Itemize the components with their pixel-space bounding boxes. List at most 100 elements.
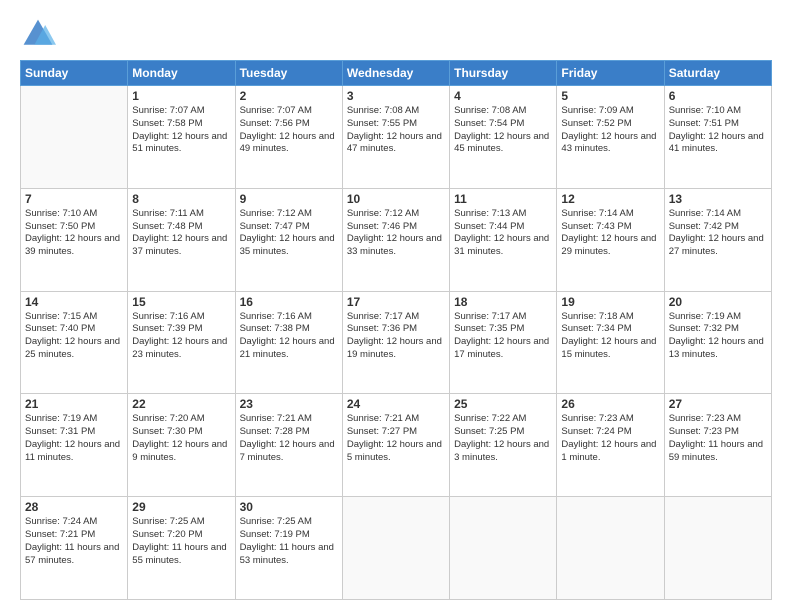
day-cell: 16 Sunrise: 7:16 AMSunset: 7:38 PMDayligh… xyxy=(235,291,342,394)
day-cell xyxy=(21,86,128,189)
calendar-table: SundayMondayTuesdayWednesdayThursdayFrid… xyxy=(20,60,772,600)
day-cell: 8 Sunrise: 7:11 AMSunset: 7:48 PMDaylight… xyxy=(128,188,235,291)
day-number: 17 xyxy=(347,295,445,309)
day-cell: 11 Sunrise: 7:13 AMSunset: 7:44 PMDayligh… xyxy=(450,188,557,291)
day-cell: 22 Sunrise: 7:20 AMSunset: 7:30 PMDayligh… xyxy=(128,394,235,497)
day-number: 15 xyxy=(132,295,230,309)
day-number: 4 xyxy=(454,89,552,103)
weekday-header-sunday: Sunday xyxy=(21,61,128,86)
day-info: Sunrise: 7:21 AMSunset: 7:27 PMDaylight:… xyxy=(347,413,445,464)
day-cell: 7 Sunrise: 7:10 AMSunset: 7:50 PMDaylight… xyxy=(21,188,128,291)
day-info: Sunrise: 7:16 AMSunset: 7:38 PMDaylight:… xyxy=(240,311,338,362)
day-info: Sunrise: 7:21 AMSunset: 7:28 PMDaylight:… xyxy=(240,413,338,464)
day-number: 26 xyxy=(561,397,659,411)
header xyxy=(20,16,772,52)
day-info: Sunrise: 7:17 AMSunset: 7:36 PMDaylight:… xyxy=(347,311,445,362)
weekday-header-thursday: Thursday xyxy=(450,61,557,86)
day-cell: 17 Sunrise: 7:17 AMSunset: 7:36 PMDayligh… xyxy=(342,291,449,394)
day-info: Sunrise: 7:08 AMSunset: 7:55 PMDaylight:… xyxy=(347,105,445,156)
day-info: Sunrise: 7:25 AMSunset: 7:19 PMDaylight:… xyxy=(240,516,338,567)
day-info: Sunrise: 7:15 AMSunset: 7:40 PMDaylight:… xyxy=(25,311,123,362)
day-info: Sunrise: 7:20 AMSunset: 7:30 PMDaylight:… xyxy=(132,413,230,464)
day-number: 28 xyxy=(25,500,123,514)
day-cell: 12 Sunrise: 7:14 AMSunset: 7:43 PMDayligh… xyxy=(557,188,664,291)
day-info: Sunrise: 7:23 AMSunset: 7:24 PMDaylight:… xyxy=(561,413,659,464)
day-cell: 19 Sunrise: 7:18 AMSunset: 7:34 PMDayligh… xyxy=(557,291,664,394)
day-info: Sunrise: 7:22 AMSunset: 7:25 PMDaylight:… xyxy=(454,413,552,464)
day-cell xyxy=(450,497,557,600)
day-cell: 1Sunrise: 7:07 AMSunset: 7:58 PMDaylight… xyxy=(128,86,235,189)
day-info: Sunrise: 7:14 AMSunset: 7:42 PMDaylight:… xyxy=(669,208,767,259)
day-cell: 25 Sunrise: 7:22 AMSunset: 7:25 PMDayligh… xyxy=(450,394,557,497)
day-info: Sunrise: 7:25 AMSunset: 7:20 PMDaylight:… xyxy=(132,516,230,567)
day-info: Sunrise: 7:19 AMSunset: 7:31 PMDaylight:… xyxy=(25,413,123,464)
day-number: 27 xyxy=(669,397,767,411)
day-number: 16 xyxy=(240,295,338,309)
day-cell: 30Sunrise: 7:25 AMSunset: 7:19 PMDayligh… xyxy=(235,497,342,600)
day-number: 10 xyxy=(347,192,445,206)
day-info: Sunrise: 7:23 AMSunset: 7:23 PMDaylight:… xyxy=(669,413,767,464)
day-info: Sunrise: 7:19 AMSunset: 7:32 PMDaylight:… xyxy=(669,311,767,362)
day-info: Sunrise: 7:11 AMSunset: 7:48 PMDaylight:… xyxy=(132,208,230,259)
day-info: Sunrise: 7:07 AMSunset: 7:56 PMDaylight:… xyxy=(240,105,338,156)
day-number: 23 xyxy=(240,397,338,411)
day-cell: 4Sunrise: 7:08 AMSunset: 7:54 PMDaylight… xyxy=(450,86,557,189)
day-cell: 14Sunrise: 7:15 AMSunset: 7:40 PMDayligh… xyxy=(21,291,128,394)
day-cell: 26 Sunrise: 7:23 AMSunset: 7:24 PMDayligh… xyxy=(557,394,664,497)
day-cell: 5 Sunrise: 7:09 AMSunset: 7:52 PMDaylight… xyxy=(557,86,664,189)
day-number: 11 xyxy=(454,192,552,206)
weekday-header-saturday: Saturday xyxy=(664,61,771,86)
week-row-5: 28 Sunrise: 7:24 AMSunset: 7:21 PMDayligh… xyxy=(21,497,772,600)
weekday-header-monday: Monday xyxy=(128,61,235,86)
week-row-3: 14Sunrise: 7:15 AMSunset: 7:40 PMDayligh… xyxy=(21,291,772,394)
day-number: 24 xyxy=(347,397,445,411)
day-info: Sunrise: 7:18 AMSunset: 7:34 PMDaylight:… xyxy=(561,311,659,362)
day-number: 9 xyxy=(240,192,338,206)
day-number: 21 xyxy=(25,397,123,411)
day-number: 25 xyxy=(454,397,552,411)
weekday-header-tuesday: Tuesday xyxy=(235,61,342,86)
day-cell xyxy=(557,497,664,600)
day-cell: 24 Sunrise: 7:21 AMSunset: 7:27 PMDayligh… xyxy=(342,394,449,497)
day-info: Sunrise: 7:09 AMSunset: 7:52 PMDaylight:… xyxy=(561,105,659,156)
day-cell: 2 Sunrise: 7:07 AMSunset: 7:56 PMDaylight… xyxy=(235,86,342,189)
day-cell: 28 Sunrise: 7:24 AMSunset: 7:21 PMDayligh… xyxy=(21,497,128,600)
day-number: 13 xyxy=(669,192,767,206)
day-number: 22 xyxy=(132,397,230,411)
day-number: 1 xyxy=(132,89,230,103)
day-cell: 21 Sunrise: 7:19 AMSunset: 7:31 PMDayligh… xyxy=(21,394,128,497)
weekday-header-wednesday: Wednesday xyxy=(342,61,449,86)
day-cell: 6Sunrise: 7:10 AMSunset: 7:51 PMDaylight… xyxy=(664,86,771,189)
day-number: 19 xyxy=(561,295,659,309)
week-row-4: 21 Sunrise: 7:19 AMSunset: 7:31 PMDayligh… xyxy=(21,394,772,497)
day-number: 2 xyxy=(240,89,338,103)
day-cell: 29 Sunrise: 7:25 AMSunset: 7:20 PMDayligh… xyxy=(128,497,235,600)
day-info: Sunrise: 7:13 AMSunset: 7:44 PMDaylight:… xyxy=(454,208,552,259)
day-number: 29 xyxy=(132,500,230,514)
day-number: 7 xyxy=(25,192,123,206)
day-info: Sunrise: 7:14 AMSunset: 7:43 PMDaylight:… xyxy=(561,208,659,259)
weekday-header-row: SundayMondayTuesdayWednesdayThursdayFrid… xyxy=(21,61,772,86)
day-cell: 9 Sunrise: 7:12 AMSunset: 7:47 PMDaylight… xyxy=(235,188,342,291)
day-info: Sunrise: 7:12 AMSunset: 7:46 PMDaylight:… xyxy=(347,208,445,259)
day-cell: 23 Sunrise: 7:21 AMSunset: 7:28 PMDayligh… xyxy=(235,394,342,497)
day-cell xyxy=(664,497,771,600)
day-number: 5 xyxy=(561,89,659,103)
day-cell: 27 Sunrise: 7:23 AMSunset: 7:23 PMDayligh… xyxy=(664,394,771,497)
day-cell: 3Sunrise: 7:08 AMSunset: 7:55 PMDaylight… xyxy=(342,86,449,189)
page: SundayMondayTuesdayWednesdayThursdayFrid… xyxy=(0,0,792,612)
day-info: Sunrise: 7:24 AMSunset: 7:21 PMDaylight:… xyxy=(25,516,123,567)
day-number: 18 xyxy=(454,295,552,309)
week-row-2: 7 Sunrise: 7:10 AMSunset: 7:50 PMDaylight… xyxy=(21,188,772,291)
day-cell: 10 Sunrise: 7:12 AMSunset: 7:46 PMDayligh… xyxy=(342,188,449,291)
week-row-1: 1Sunrise: 7:07 AMSunset: 7:58 PMDaylight… xyxy=(21,86,772,189)
day-number: 12 xyxy=(561,192,659,206)
day-cell: 18 Sunrise: 7:17 AMSunset: 7:35 PMDayligh… xyxy=(450,291,557,394)
day-info: Sunrise: 7:17 AMSunset: 7:35 PMDaylight:… xyxy=(454,311,552,362)
day-cell: 15Sunrise: 7:16 AMSunset: 7:39 PMDayligh… xyxy=(128,291,235,394)
day-cell xyxy=(342,497,449,600)
day-info: Sunrise: 7:12 AMSunset: 7:47 PMDaylight:… xyxy=(240,208,338,259)
day-number: 8 xyxy=(132,192,230,206)
day-info: Sunrise: 7:10 AMSunset: 7:50 PMDaylight:… xyxy=(25,208,123,259)
logo-icon xyxy=(20,16,56,52)
